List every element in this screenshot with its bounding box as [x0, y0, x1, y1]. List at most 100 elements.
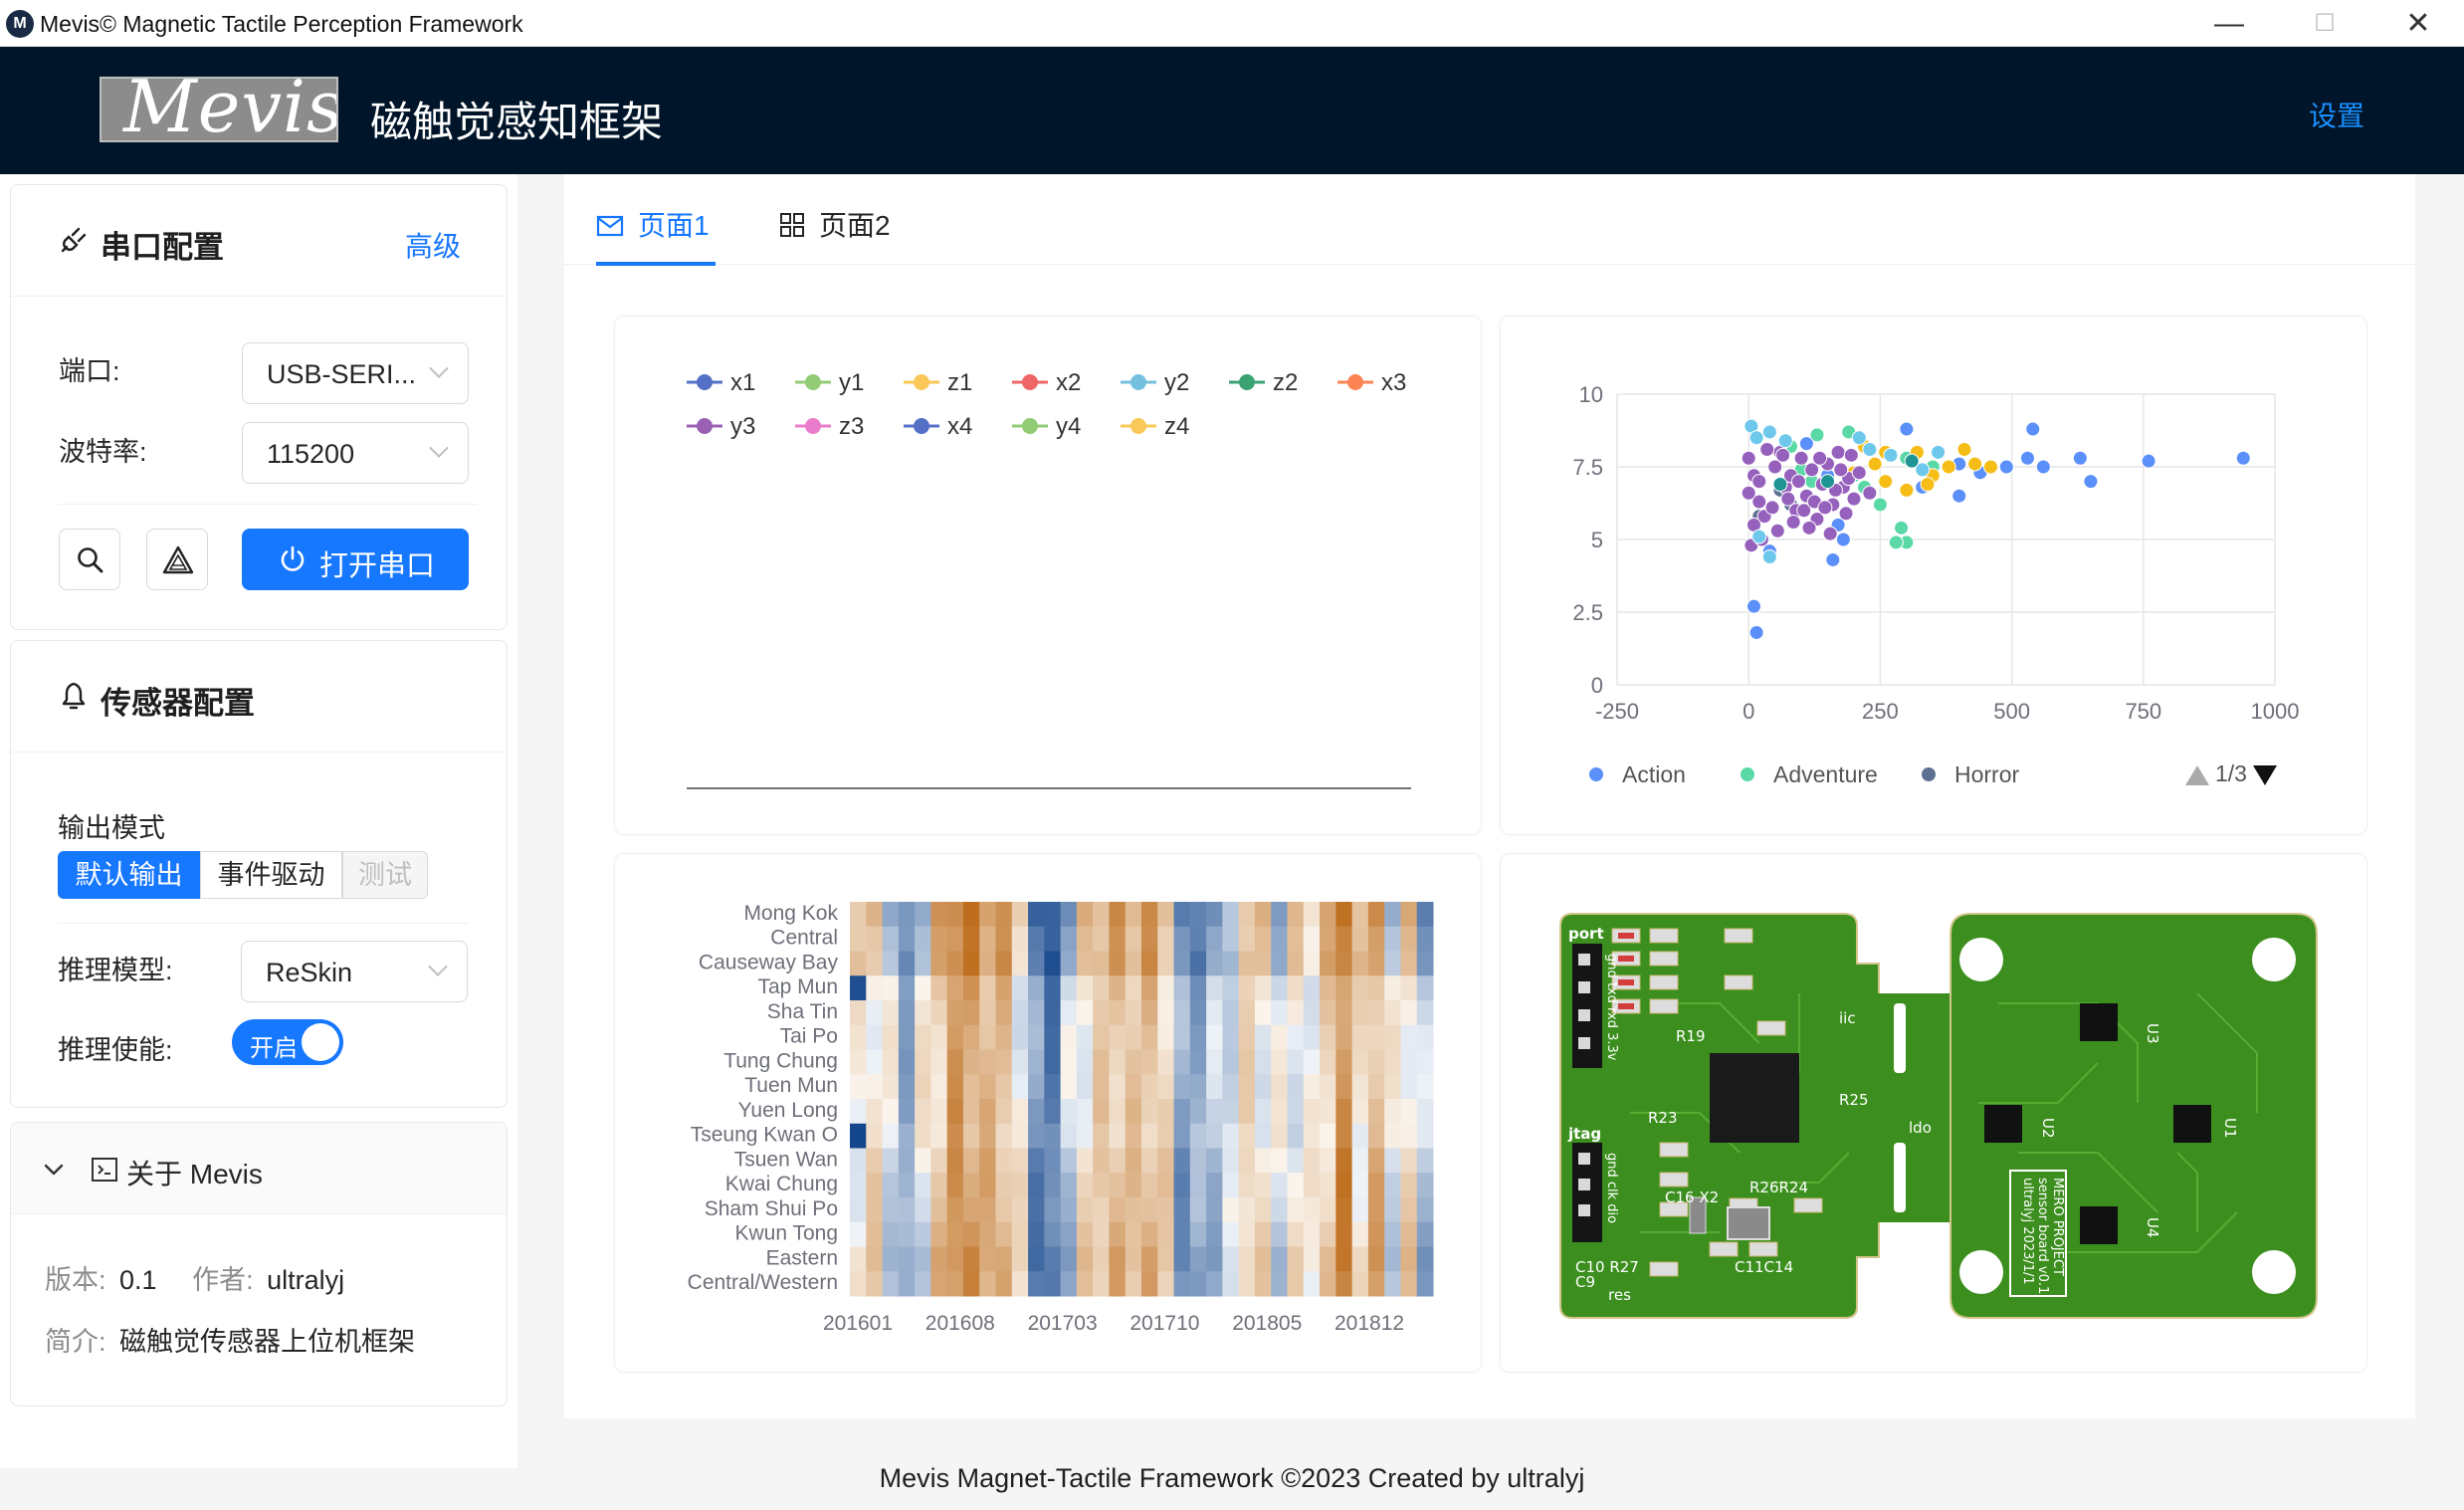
- settings-link[interactable]: 设置: [2309, 95, 2364, 134]
- heatmap-cell: [1109, 1246, 1127, 1272]
- heatmap-cell: [979, 1246, 996, 1272]
- heatmap-cell: [1206, 975, 1223, 1001]
- heatmap-cell: [1351, 1246, 1369, 1272]
- heatmap-cell: [1028, 902, 1045, 928]
- heatmap-cell: [1125, 975, 1142, 1001]
- legend-label-z3: z3: [839, 413, 864, 440]
- legend-label-z4: z4: [1164, 413, 1189, 440]
- heatmap-cell: [1303, 1221, 1321, 1247]
- heatmap-cell: [1303, 1024, 1321, 1050]
- heatmap-x-tick: 201608: [925, 1312, 995, 1335]
- x-tick-label: 250: [1862, 699, 1899, 724]
- heatmap-cell: [915, 1173, 931, 1198]
- baud-label: 波特率:: [59, 437, 147, 467]
- heatmap-cell: [1238, 1271, 1256, 1297]
- heatmap-cell: [979, 975, 996, 1001]
- heatmap-cell: [1222, 1271, 1240, 1297]
- scatter-point: [1833, 462, 1849, 478]
- heatmap-cell: [1109, 1049, 1127, 1075]
- mode-event-driven[interactable]: 事件驱动: [200, 851, 342, 899]
- heatmap-cell: [1400, 951, 1418, 976]
- heatmap-cell: [1109, 1221, 1127, 1247]
- sensor-card-header: 传感器配置: [11, 641, 507, 753]
- about-card-header[interactable]: 关于 Mevis: [11, 1123, 507, 1214]
- legend-marker-x2: [1022, 374, 1038, 390]
- heatmap-cell: [1157, 902, 1175, 928]
- heatmap-cell: [1287, 1221, 1305, 1247]
- heatmap-cell: [1157, 975, 1175, 1001]
- close-button[interactable]: ✕: [2388, 4, 2448, 44]
- heatmap-cell: [1157, 1074, 1175, 1100]
- heatmap-cell: [1384, 1173, 1401, 1198]
- heatmap-cell: [1384, 1246, 1401, 1272]
- heatmap-cell: [1125, 1197, 1142, 1223]
- heatmap-cell: [1206, 1123, 1223, 1149]
- tab-page2[interactable]: 页面2: [779, 204, 891, 244]
- baud-select[interactable]: 115200: [242, 422, 469, 484]
- search-port-button[interactable]: [59, 529, 120, 590]
- heatmap-cell: [1141, 1099, 1158, 1125]
- heatmap-cell: [1189, 975, 1207, 1001]
- port-select[interactable]: USB-SERI...: [242, 342, 469, 404]
- heatmap-cell: [1044, 1173, 1062, 1198]
- warning-button[interactable]: [146, 529, 208, 590]
- heatmap-cell: [1109, 951, 1127, 976]
- heatmap-cell: [1384, 1024, 1401, 1050]
- heatmap-cell: [915, 1000, 931, 1026]
- heatmap-cell: [1141, 1221, 1158, 1247]
- heatmap-cell: [1222, 951, 1240, 976]
- legend-marker-action: [1589, 767, 1603, 781]
- legend-label-y3: y3: [730, 413, 755, 440]
- heatmap-cell: [1011, 902, 1029, 928]
- scatter-point: [1745, 598, 1761, 614]
- heatmap-cell: [866, 1197, 884, 1223]
- about-title: 关于 Mevis: [126, 1159, 263, 1189]
- mode-default-output[interactable]: 默认输出: [58, 851, 200, 899]
- heatmap-cell: [1222, 1173, 1240, 1198]
- heatmap-cell: [1109, 1000, 1127, 1026]
- minimize-button[interactable]: —: [2199, 4, 2259, 44]
- heatmap-cell: [1125, 1074, 1142, 1100]
- heatmap-cell: [1320, 1271, 1336, 1297]
- legend-item-y1: y1: [795, 369, 864, 396]
- y-tick-label: 2.5: [1572, 600, 1603, 625]
- heatmap-cell: [946, 1197, 964, 1223]
- heatmap-cell: [1320, 1123, 1336, 1149]
- heatmap-cell: [1254, 926, 1272, 952]
- maximize-button[interactable]: ☐: [2295, 4, 2355, 44]
- heatmap-cell: [946, 1024, 964, 1050]
- heatmap-cell: [946, 1271, 964, 1297]
- heatmap-cell: [962, 902, 980, 928]
- legend-label-z1: z1: [947, 369, 972, 396]
- tab-page1[interactable]: 页面1: [596, 204, 710, 244]
- heatmap-cell: [1060, 902, 1078, 928]
- inference-enable-toggle[interactable]: 开启: [232, 1019, 343, 1065]
- heatmap-cell: [1400, 1173, 1418, 1198]
- heatmap-cell: [962, 1123, 980, 1149]
- mode-test[interactable]: 测试: [342, 851, 428, 899]
- heatmap-cell: [915, 1246, 931, 1272]
- heatmap-cell: [1060, 951, 1078, 976]
- heatmap-cell: [946, 975, 964, 1001]
- heatmap-cell: [1384, 926, 1401, 952]
- model-select[interactable]: ReSkin: [241, 941, 468, 1002]
- advanced-link[interactable]: 高级: [405, 225, 461, 265]
- heatmap-row-label: Central/Western: [688, 1271, 838, 1294]
- heatmap-cell: [1028, 1074, 1045, 1100]
- heatmap-cell: [1416, 975, 1434, 1001]
- scatter-point: [1851, 430, 1867, 446]
- heatmap-cell: [898, 1024, 916, 1050]
- heatmap-cell: [1320, 1024, 1336, 1050]
- heatmap-cell: [1109, 1271, 1127, 1297]
- heatmap-cell: [1303, 1173, 1321, 1198]
- heatmap-cell: [979, 1173, 996, 1198]
- heatmap-cell: [1125, 1271, 1142, 1297]
- heatmap-cell: [1093, 1246, 1110, 1272]
- heatmap-cell: [930, 1024, 948, 1050]
- heatmap-cell: [850, 1197, 867, 1223]
- heatmap-cell: [1141, 1049, 1158, 1075]
- open-port-button[interactable]: 打开串口: [242, 529, 469, 590]
- heatmap-cell: [1254, 1024, 1272, 1050]
- svg-text:res: res: [1608, 1286, 1631, 1304]
- heatmap-cell: [1416, 902, 1434, 928]
